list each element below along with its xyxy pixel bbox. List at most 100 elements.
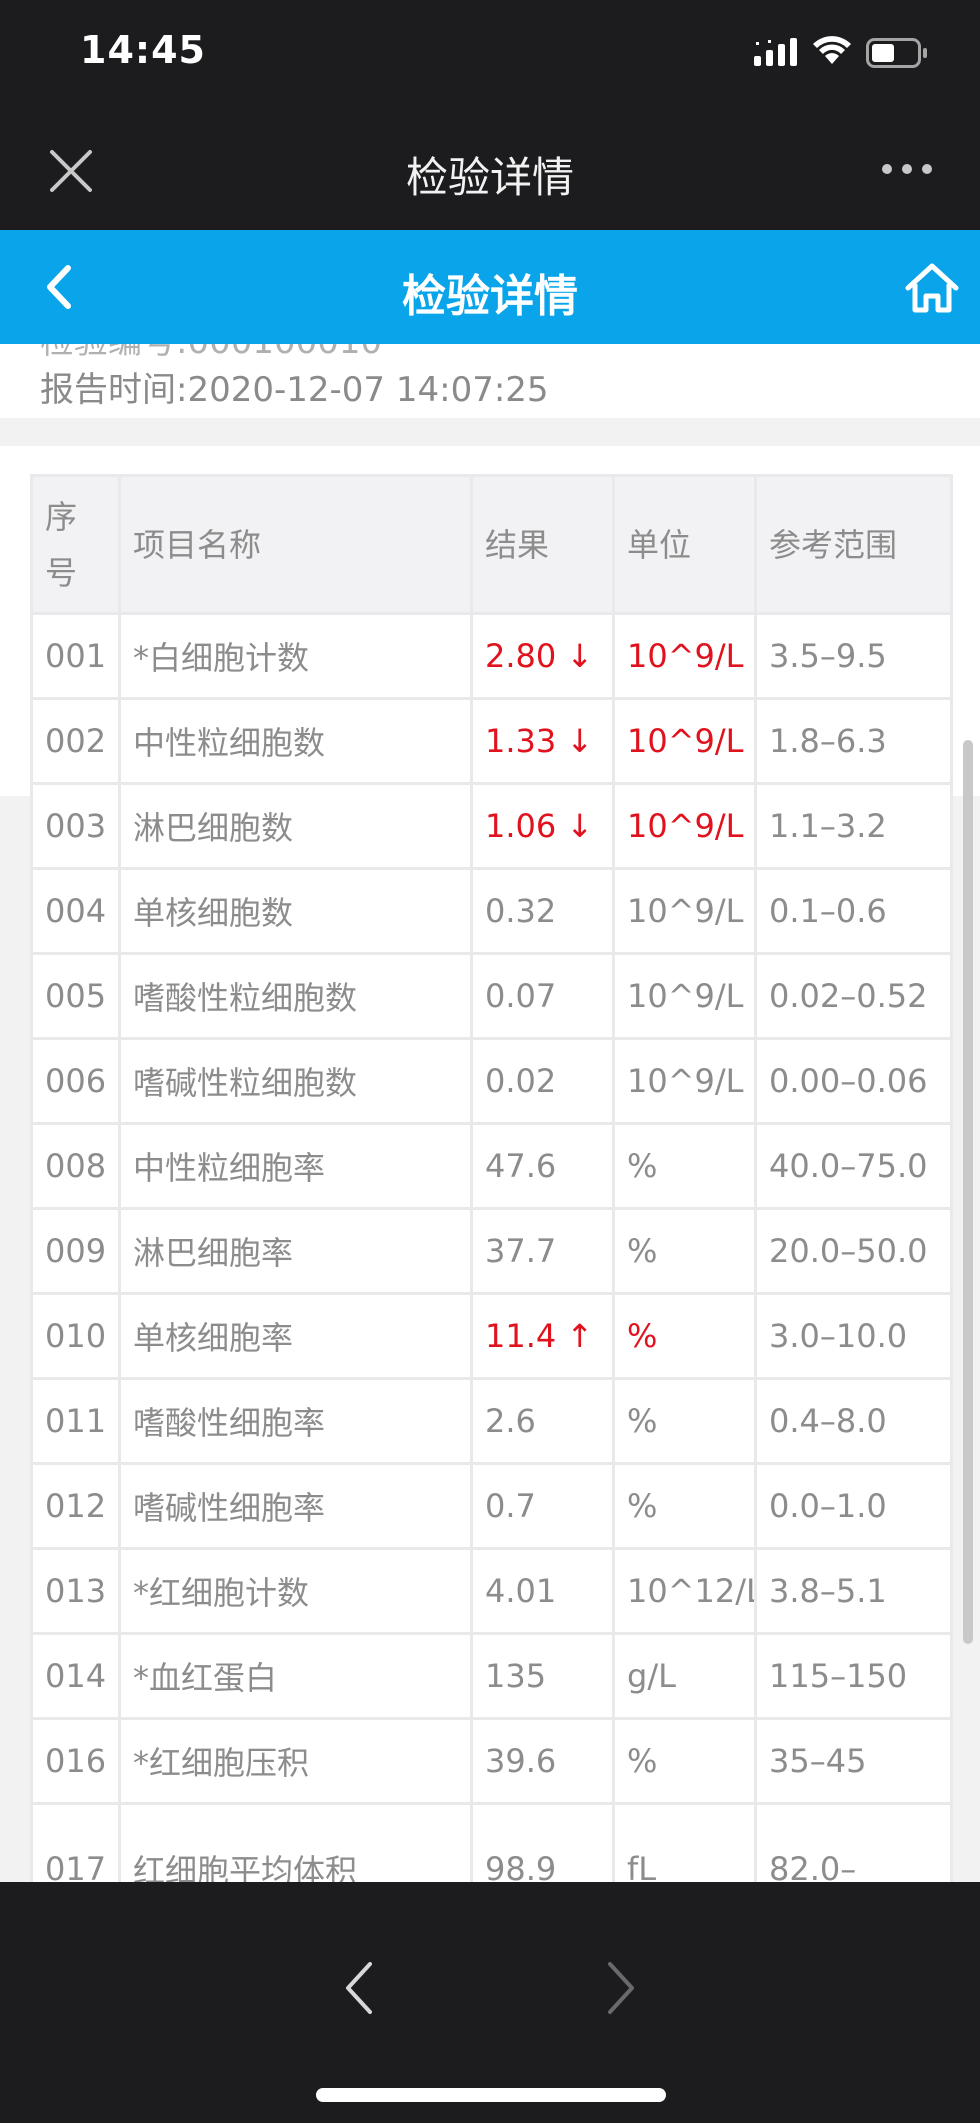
row-no: 012 xyxy=(30,1462,121,1550)
page-title: 检验详情 xyxy=(402,271,578,322)
home-icon[interactable] xyxy=(904,260,960,316)
row-result: 39.6 xyxy=(470,1717,615,1805)
row-range: 0.1–0.6 xyxy=(754,867,953,955)
table-row: 017 红细胞平均体积 98.9 fL 82.0– xyxy=(30,1802,953,1882)
row-result: 4.01 xyxy=(470,1547,615,1635)
chevron-right-icon[interactable] xyxy=(604,1960,640,2016)
section-divider xyxy=(0,418,980,446)
row-range: 3.0–10.0 xyxy=(754,1292,953,1380)
row-range: 3.5–9.5 xyxy=(754,612,953,700)
specimen-number: 检验编号:000100010 xyxy=(40,344,382,363)
battery-icon xyxy=(866,38,927,68)
row-unit: 10^12/L xyxy=(612,1547,757,1635)
table-row: 016 *红细胞压积 39.6% 35–45 xyxy=(30,1717,953,1805)
page-header: 检验详情 xyxy=(0,230,980,344)
row-name: 中性粒细胞数 xyxy=(118,697,473,785)
row-no: 002 xyxy=(30,697,121,785)
row-no: 010 xyxy=(30,1292,121,1380)
home-indicator[interactable] xyxy=(316,2088,666,2102)
row-range: 0.02–0.52 xyxy=(754,952,953,1040)
row-unit: % xyxy=(612,1377,757,1465)
row-name: 淋巴细胞率 xyxy=(118,1207,473,1295)
row-result: 2.6 xyxy=(470,1377,615,1465)
row-name: *红细胞压积 xyxy=(118,1717,473,1805)
table-row: 001 *白细胞计数 2.80 ↓ 10^9/L 3.5–9.5 xyxy=(30,612,953,700)
row-range: 1.1–3.2 xyxy=(754,782,953,870)
row-name: 嗜碱性粒细胞数 xyxy=(118,1037,473,1125)
row-range: 40.0–75.0 xyxy=(754,1122,953,1210)
scrollbar[interactable] xyxy=(963,740,973,1644)
table-row: 002 中性粒细胞数 1.33 ↓ 10^9/L 1.8–6.3 xyxy=(30,697,953,785)
row-result: 0.07 xyxy=(470,952,615,1040)
row-name: 嗜酸性粒细胞数 xyxy=(118,952,473,1040)
chevron-left-icon[interactable] xyxy=(340,1960,376,2016)
row-range: 0.4–8.0 xyxy=(754,1377,953,1465)
row-no: 001 xyxy=(30,612,121,700)
row-no: 014 xyxy=(30,1632,121,1720)
status-bar: 14:45 xyxy=(0,0,980,106)
table-row: 010 单核细胞率 11.4 ↑% 3.0–10.0 xyxy=(30,1292,953,1380)
row-unit: 10^9/L xyxy=(612,697,757,785)
table-row: 003 淋巴细胞数 1.06 ↓ 10^9/L 1.1–3.2 xyxy=(30,782,953,870)
header-no: 序号 xyxy=(30,474,121,615)
row-unit: 10^9/L xyxy=(612,1037,757,1125)
row-range: 1.8–6.3 xyxy=(754,697,953,785)
table-row: 014 *血红蛋白 135 g/L 115–150 xyxy=(30,1632,953,1720)
row-result: 1.33 ↓ xyxy=(470,697,615,785)
row-name: 淋巴细胞数 xyxy=(118,782,473,870)
table-header-row: 序号 项目名称 结果 单位 参考范围 xyxy=(30,474,953,615)
row-result: 37.7 xyxy=(470,1207,615,1295)
row-range: 115–150 xyxy=(754,1632,953,1720)
row-range: 20.0–50.0 xyxy=(754,1207,953,1295)
row-no: 006 xyxy=(30,1037,121,1125)
row-no: 017 xyxy=(30,1802,121,1882)
row-unit: 10^9/L xyxy=(612,782,757,870)
row-result: 0.7 xyxy=(470,1462,615,1550)
row-no: 016 xyxy=(30,1717,121,1805)
row-name: 红细胞平均体积 xyxy=(118,1802,473,1882)
app-nav-bar: 检验详情 xyxy=(0,106,980,230)
row-no: 003 xyxy=(30,782,121,870)
row-unit: % xyxy=(612,1462,757,1550)
table-row: 006 嗜碱性粒细胞数 0.02 10^9/L 0.00–0.06 xyxy=(30,1037,953,1125)
header-unit: 单位 xyxy=(612,474,757,615)
row-unit: % xyxy=(612,1207,757,1295)
row-unit: % xyxy=(612,1122,757,1210)
app-title: 检验详情 xyxy=(405,153,574,202)
table-row: 013 *红细胞计数 4.01 10^12/L 3.8–5.1 xyxy=(30,1547,953,1635)
row-result: 0.32 xyxy=(470,867,615,955)
row-name: 单核细胞率 xyxy=(118,1292,473,1380)
wifi-icon xyxy=(813,36,851,64)
row-result: 0.02 xyxy=(470,1037,615,1125)
row-name: *血红蛋白 xyxy=(118,1632,473,1720)
more-icon[interactable] xyxy=(880,162,934,176)
row-range: 0.0–1.0 xyxy=(754,1462,953,1550)
row-name: 嗜酸性细胞率 xyxy=(118,1377,473,1465)
signal-icon xyxy=(754,38,797,66)
table-row: 012 嗜碱性细胞率 0.7% 0.0–1.0 xyxy=(30,1462,953,1550)
header-range: 参考范围 xyxy=(754,474,953,615)
report-time: 报告时间:2020-12-07 14:07:25 xyxy=(40,370,549,410)
table-row: 008 中性粒细胞率 47.6% 40.0–75.0 xyxy=(30,1122,953,1210)
row-no: 009 xyxy=(30,1207,121,1295)
row-unit: % xyxy=(612,1717,757,1805)
table-row: 005 嗜酸性粒细胞数 0.07 10^9/L 0.02–0.52 xyxy=(30,952,953,1040)
row-unit: g/L xyxy=(612,1632,757,1720)
bottom-toolbar xyxy=(0,1882,980,2123)
results-table: 序号 项目名称 结果 单位 参考范围 001 *白细胞计数 2.80 ↓ 10^9/L… xyxy=(30,474,953,1882)
header-result: 结果 xyxy=(470,474,615,615)
row-range: 3.8–5.1 xyxy=(754,1547,953,1635)
row-unit: 10^9/L xyxy=(612,867,757,955)
header-name: 项目名称 xyxy=(118,474,473,615)
row-range: 82.0– xyxy=(754,1802,953,1882)
row-no: 005 xyxy=(30,952,121,1040)
row-name: 嗜碱性细胞率 xyxy=(118,1462,473,1550)
row-result: 11.4 ↑ xyxy=(470,1292,615,1380)
table-row: 009 淋巴细胞率 37.7% 20.0–50.0 xyxy=(30,1207,953,1295)
row-no: 008 xyxy=(30,1122,121,1210)
content-area[interactable]: 检验编号:000100010 报告时间:2020-12-07 14:07:25 … xyxy=(0,344,980,1882)
row-range: 0.00–0.06 xyxy=(754,1037,953,1125)
row-no: 011 xyxy=(30,1377,121,1465)
row-name: 单核细胞数 xyxy=(118,867,473,955)
row-unit: fL xyxy=(612,1802,757,1882)
